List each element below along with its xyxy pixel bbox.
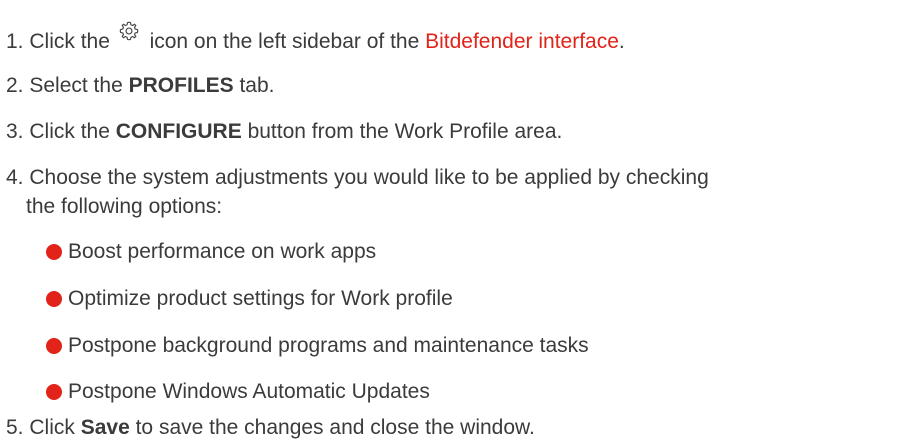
- step-text: Click the: [29, 30, 110, 53]
- option-label: Boost performance on work apps: [68, 240, 377, 263]
- step-3: 3. Click the CONFIGURE button from the W…: [6, 118, 562, 146]
- option-label: Postpone background programs and mainten…: [68, 334, 589, 357]
- option-item: Optimize product settings for Work profi…: [46, 285, 453, 313]
- step-text: Click: [29, 416, 75, 439]
- profiles-tab-label: PROFILES: [128, 74, 234, 97]
- step-text: icon on the left sidebar of the: [149, 30, 420, 53]
- gear-icon: [119, 21, 139, 41]
- step-number: 2.: [6, 74, 24, 97]
- step-number: 3.: [6, 120, 24, 143]
- step-2: 2. Select the PROFILES tab.: [6, 72, 275, 100]
- step-text: Choose the system adjustments you would …: [29, 166, 709, 189]
- option-item: Postpone Windows Automatic Updates: [46, 378, 430, 406]
- step-text: Select the: [29, 74, 123, 97]
- step-1: 1. Click the icon on the left sidebar of…: [6, 20, 625, 56]
- option-item: Postpone background programs and mainten…: [46, 332, 589, 360]
- step-4: 4. Choose the system adjustments you wou…: [6, 164, 709, 192]
- bullet-dot-icon: [46, 291, 62, 307]
- step-text: button from the Work Profile area.: [247, 120, 563, 143]
- step-text: to save the changes and close the window…: [135, 416, 535, 439]
- save-button-label: Save: [80, 416, 130, 439]
- option-label: Optimize product settings for Work profi…: [68, 287, 453, 310]
- bullet-dot-icon: [46, 244, 62, 260]
- step-number: 5.: [6, 416, 24, 439]
- step-number: 1.: [6, 30, 24, 53]
- bullet-dot-icon: [46, 338, 62, 354]
- step-text: Click the: [29, 120, 110, 143]
- step-text: .: [618, 30, 625, 53]
- step-4-continuation: the following options:: [26, 195, 223, 218]
- option-label: Postpone Windows Automatic Updates: [68, 380, 430, 403]
- step-5: 5. Click Save to save the changes and cl…: [6, 414, 535, 442]
- step-text: tab.: [239, 74, 275, 97]
- option-item: Boost performance on work apps: [46, 238, 376, 266]
- bullet-dot-icon: [46, 384, 62, 400]
- configure-button-label: CONFIGURE: [115, 120, 242, 143]
- instructions-document: 1. Click the icon on the left sidebar of…: [0, 0, 904, 448]
- step-number: 4.: [6, 166, 24, 189]
- bitdefender-interface-link[interactable]: Bitdefender interface: [425, 30, 619, 53]
